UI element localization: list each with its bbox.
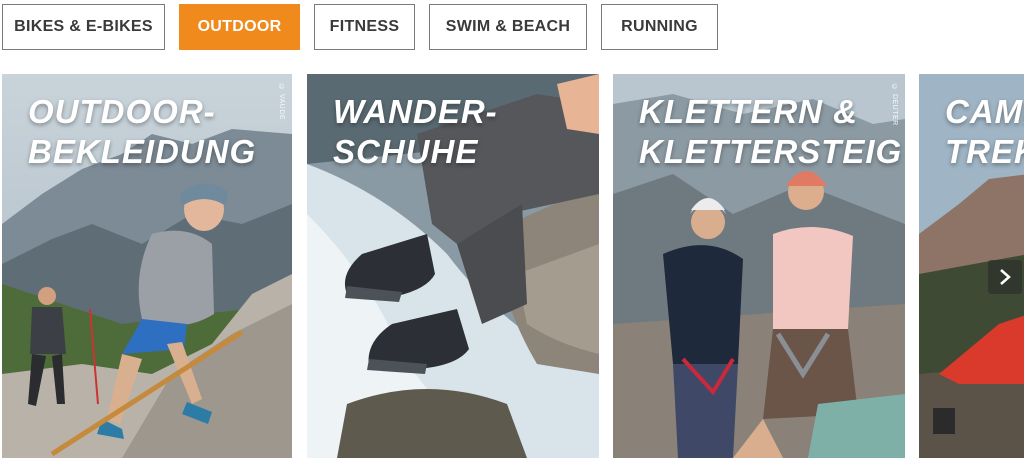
card-title: WANDER- SCHUHE [333, 93, 498, 170]
card-title: KLETTERN & KLETTERSTEIG [639, 93, 903, 170]
tab-fitness[interactable]: FITNESS [314, 4, 415, 50]
card-klettern-klettersteig[interactable]: KLETTERN & KLETTERSTEIG © DEUTER [613, 74, 905, 458]
photo-credit: © DEUTER [891, 84, 898, 126]
photo-credit: © VAUDE [278, 84, 285, 121]
tab-swim-beach[interactable]: SWIM & BEACH [429, 4, 587, 50]
card-title: OUTDOOR- BEKLEIDUNG [28, 93, 257, 170]
tab-outdoor[interactable]: OUTDOOR [179, 4, 300, 50]
chevron-right-icon [1000, 269, 1011, 285]
card-outdoor-bekleidung[interactable]: OUTDOOR- BEKLEIDUNG © VAUDE [2, 74, 292, 458]
card-title: CAMP TREK [945, 93, 1024, 170]
carousel-next-button[interactable] [988, 260, 1022, 294]
tab-bikes-e-bikes[interactable]: BIKES & E-BIKES [2, 4, 165, 50]
card-wanderschuhe[interactable]: WANDER- SCHUHE [307, 74, 599, 458]
tab-running[interactable]: RUNNING [601, 4, 718, 50]
